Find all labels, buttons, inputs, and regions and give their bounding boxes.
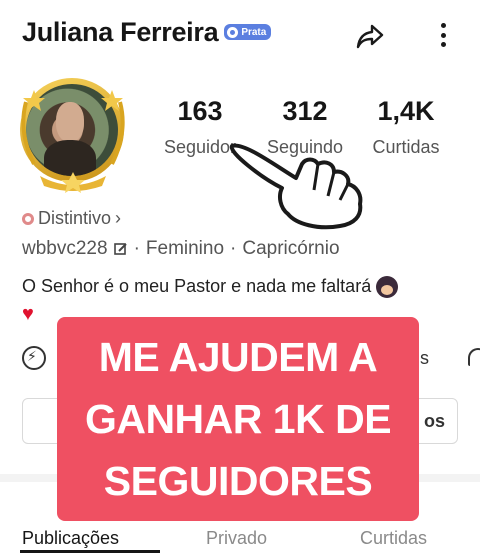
profile-meta: wbbvc228 · Feminino · Capricórnio [22,238,340,260]
promo-banner: ME AJUDEM A GANHAR 1K DE SEGUIDORES [57,317,419,521]
pointing-hand-icon [229,143,363,230]
banner-line-1: ME AJUDEM A [98,334,378,380]
rank-badge[interactable]: Prata [224,24,272,40]
action-partial-label: os [423,411,445,431]
active-tab-indicator [20,550,160,553]
profile-tabs: Publicações Privado Curtidas [0,522,480,560]
tab-privado[interactable]: Privado [206,528,267,549]
heart-icon: ♥ [22,303,34,325]
badge-link-label: Distintivo [38,208,112,228]
username: wbbvc228 [22,238,108,259]
likes-label: Curtidas [372,137,440,157]
tag-icon[interactable] [468,348,480,366]
badge-label: Prata [241,26,267,38]
profile-header: Juliana Ferreira Prata [22,12,458,52]
gender: Feminino [145,238,225,259]
badge-icon [227,26,239,38]
profile-name: Juliana Ferreira [22,16,219,47]
badge-link[interactable]: Distintivo › [22,208,121,229]
tab-curtidas[interactable]: Curtidas [360,528,427,549]
banner-line-3: SEGUIDORES [103,458,373,504]
followers-count: 163 [177,96,223,126]
likes-stat[interactable]: 1,4K Curtidas [362,96,450,158]
zodiac-sign: Capricórnio [242,238,340,259]
share-icon[interactable] [354,20,386,52]
badge-gear-icon [22,212,34,225]
chevron-right-icon: › [115,208,122,228]
likes-count: 1,4K [377,96,435,126]
laurel-frame-icon [21,90,125,193]
partial-label: s [420,348,429,368]
meta-separator: · [230,238,237,259]
edit-icon[interactable] [113,242,128,256]
avatar[interactable] [12,72,134,194]
banner-line-2: GANHAR 1K DE [84,396,392,442]
emoji-face-icon [376,276,399,299]
bio-text: O Senhor é o meu Pastor e nada me faltar… [22,276,372,296]
tab-publicacoes[interactable]: Publicações [22,528,119,549]
bolt-icon[interactable] [22,346,46,370]
following-count: 312 [282,96,328,126]
meta-separator: · [133,238,140,259]
more-icon[interactable] [438,18,448,52]
